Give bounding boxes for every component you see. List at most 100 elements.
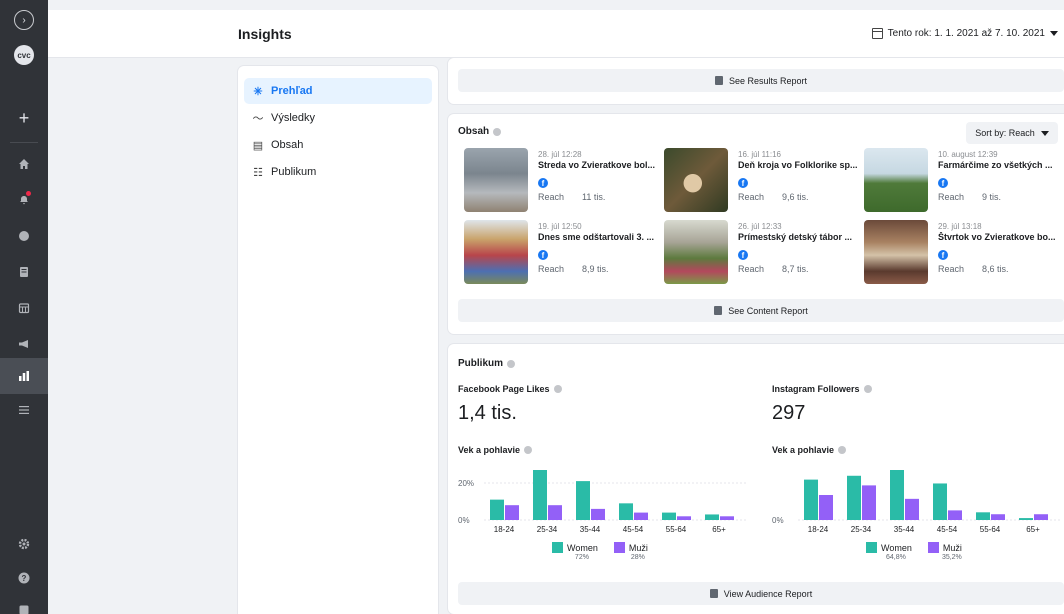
post-title: Prímestský detský tábor ... — [738, 232, 853, 242]
insights-button[interactable] — [0, 358, 48, 394]
help-button[interactable]: ? — [0, 560, 48, 596]
legend-item-men: Muži 28% — [613, 542, 648, 561]
post-thumbnail — [864, 220, 928, 284]
bar[interactable] — [705, 514, 719, 520]
button-label: View Audience Report — [723, 588, 813, 599]
post-title: Dnes sme odštartovali 3. ... — [538, 232, 655, 242]
megaphone-icon — [19, 340, 28, 348]
legend-percent: 28% — [630, 554, 645, 561]
bar[interactable] — [933, 483, 947, 520]
legend-swatch — [866, 542, 877, 553]
nav-item-content[interactable]: ▤ Obsah — [244, 132, 432, 158]
date-range-label: Tento rok: 1. 1. 2021 až 7. 10. 2021 — [887, 28, 1045, 39]
bar[interactable] — [862, 485, 876, 520]
bar[interactable] — [847, 475, 861, 520]
info-icon[interactable] — [863, 385, 872, 393]
ads-button[interactable] — [0, 326, 48, 362]
y-tick-label: 0% — [458, 516, 470, 525]
bar[interactable] — [905, 498, 919, 520]
see-results-report-button[interactable]: See Results Report — [458, 69, 1064, 92]
post-item[interactable]: 28. júl 12:28 Streda vo Zvieratkove bol.… — [456, 148, 656, 212]
x-tick-label: 25-34 — [851, 525, 872, 534]
info-icon[interactable] — [507, 359, 516, 368]
instagram-followers-label: Instagram Followers — [772, 384, 872, 394]
x-tick-label: 45-54 — [623, 525, 644, 534]
reach-label: Reach — [738, 264, 765, 274]
post-title: Deň kroja vo Folklorike sp... — [738, 160, 858, 170]
bar-chart-icon — [19, 371, 29, 381]
bar[interactable] — [591, 508, 605, 520]
card-title-text: Obsah — [458, 126, 490, 137]
x-tick-label: 35-44 — [580, 525, 601, 534]
x-tick-label: 45-54 — [937, 525, 958, 534]
reach-value: 9 tis. — [982, 192, 1002, 202]
bar[interactable] — [576, 481, 590, 520]
bar[interactable] — [619, 503, 633, 520]
create-button[interactable]: + — [0, 100, 48, 136]
post-item[interactable]: 26. júl 12:33 Prímestský detský tábor ..… — [656, 220, 856, 284]
inbox-button[interactable] — [0, 218, 48, 254]
bar[interactable] — [1019, 518, 1033, 520]
posts-button[interactable] — [0, 254, 48, 290]
bar[interactable] — [890, 470, 904, 520]
planner-button[interactable] — [0, 290, 48, 326]
post-item[interactable]: 29. júl 13:18 Štvrtok vo Zvieratkove bo.… — [856, 220, 1056, 284]
legend-swatch — [552, 542, 563, 553]
notification-dot — [26, 191, 31, 196]
post-item[interactable]: 10. august 12:39 Farmárčime zo všetkých … — [856, 148, 1056, 212]
nav-item-audience[interactable]: ☷ Publikum — [244, 159, 432, 185]
post-date: 19. júl 12:50 — [538, 222, 582, 231]
account-avatar-button[interactable]: cvc — [0, 37, 48, 73]
post-item[interactable]: 19. júl 12:50 Dnes sme odštartovali 3. .… — [456, 220, 656, 284]
bar[interactable] — [677, 516, 691, 520]
bar[interactable] — [804, 479, 818, 520]
post-item[interactable]: 16. júl 11:16 Deň kroja vo Folklorike sp… — [656, 148, 858, 212]
legend-swatch — [927, 542, 939, 553]
bar[interactable] — [1034, 514, 1048, 520]
see-content-report-button[interactable]: See Content Report — [458, 299, 1064, 322]
account-logo: cvc — [14, 45, 34, 65]
post-thumbnail — [664, 220, 728, 284]
bar[interactable] — [720, 516, 734, 520]
bar[interactable] — [991, 514, 1005, 520]
reach-label: Reach — [938, 264, 965, 274]
home-button[interactable] — [0, 146, 48, 182]
nav-item-results[interactable]: 〜 Výsledky — [244, 105, 432, 131]
bar[interactable] — [948, 510, 962, 520]
meta-logo-button[interactable]: › — [0, 2, 48, 38]
x-tick-label: 25-34 — [537, 525, 558, 534]
report-icon — [714, 306, 723, 315]
info-icon[interactable] — [838, 446, 847, 454]
bar[interactable] — [976, 512, 990, 520]
info-icon[interactable] — [553, 385, 562, 393]
info-icon[interactable] — [493, 127, 502, 136]
x-tick-label: 18-24 — [808, 525, 829, 534]
bar[interactable] — [819, 495, 833, 520]
settings-button[interactable] — [0, 526, 48, 562]
legend-label: Women — [881, 542, 912, 553]
audience-card-title: Publikum — [458, 358, 516, 369]
reach-value: 11 tis. — [582, 192, 606, 202]
profile-button[interactable] — [0, 592, 48, 614]
bar[interactable] — [505, 505, 519, 520]
post-date: 10. august 12:39 — [938, 150, 998, 159]
sort-dropdown[interactable]: Sort by: Reach — [966, 122, 1058, 144]
view-audience-report-button[interactable]: View Audience Report — [458, 582, 1064, 605]
post-thumbnail — [664, 148, 728, 212]
notifications-button[interactable] — [0, 182, 48, 218]
facebook-icon: f — [938, 250, 948, 260]
info-icon[interactable] — [524, 446, 533, 454]
legend-item-men: Muži 35,2% — [927, 542, 962, 561]
all-tools-button[interactable] — [0, 392, 48, 428]
overview-icon: ✳ — [253, 85, 263, 98]
bar[interactable] — [533, 470, 547, 520]
date-range-picker[interactable]: Tento rok: 1. 1. 2021 až 7. 10. 2021 — [871, 28, 1058, 39]
bar[interactable] — [634, 512, 648, 520]
nav-item-overview[interactable]: ✳ Prehľad — [244, 78, 432, 104]
bar[interactable] — [548, 505, 562, 520]
legend-percent: 64,8% — [886, 554, 906, 561]
bar[interactable] — [490, 499, 504, 520]
chat-icon — [19, 231, 29, 241]
bar[interactable] — [662, 512, 676, 520]
card-title-text: Publikum — [458, 358, 504, 369]
